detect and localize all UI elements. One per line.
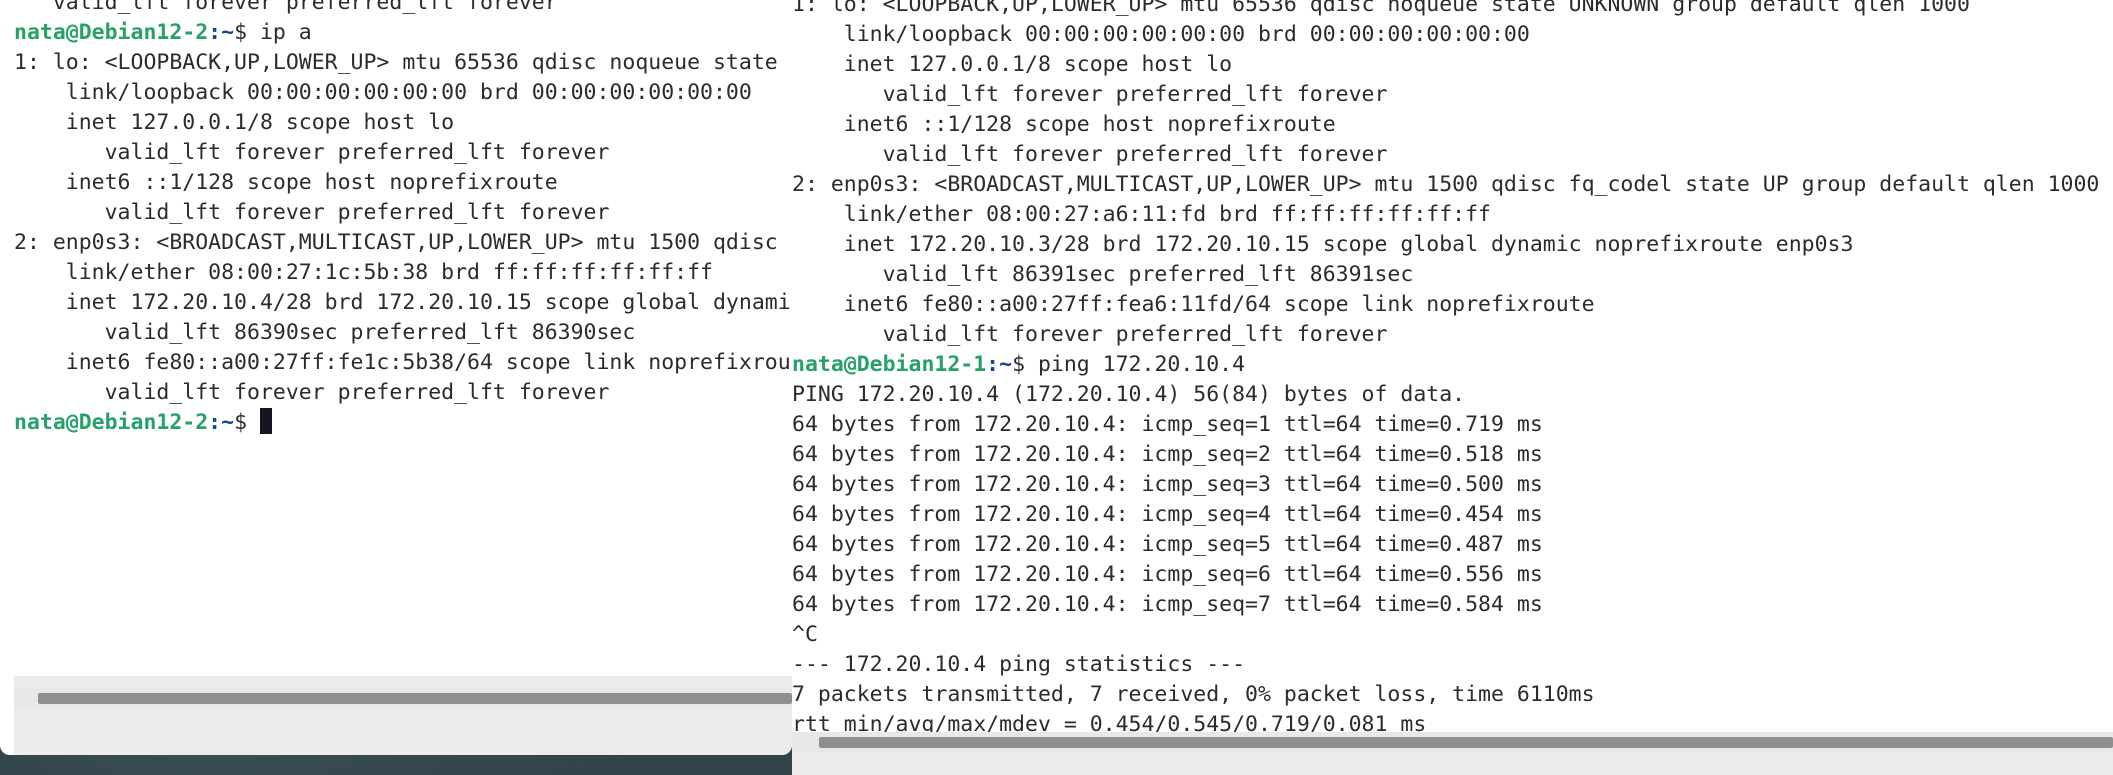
prompt-command: ip a xyxy=(259,20,312,45)
terminal-line: valid_lft forever preferred_lft forever xyxy=(792,82,1388,107)
terminal-line: valid_lft forever preferred_lft forever xyxy=(14,200,610,225)
terminal-line: inet6 ::1/128 scope host noprefixroute xyxy=(14,170,558,195)
horizontal-scrollbar[interactable] xyxy=(792,732,2113,752)
terminal-line: valid_lft 86390sec preferred_lft 86390se… xyxy=(14,320,636,345)
terminal-prompt-line: nata@Debian12-1:~$ ping 172.20.10.4 xyxy=(792,350,2113,380)
prompt-sign: $ xyxy=(234,20,260,45)
terminal-line: link/ether 08:00:27:1c:5b:38 brd ff:ff:f… xyxy=(14,260,713,285)
terminal-line: valid_lft forever preferred_lft forever xyxy=(14,140,610,165)
prompt-path: :~ xyxy=(986,352,1013,377)
scrollbar-thumb[interactable] xyxy=(38,693,792,704)
terminal-line: 2: enp0s3: <BROADCAST,MULTICAST,UP,LOWER… xyxy=(14,230,778,255)
terminal-line: valid_lft forever preferred_lft forever xyxy=(14,380,610,405)
terminal-line: 64 bytes from 172.20.10.4: icmp_seq=5 tt… xyxy=(792,532,1543,557)
terminal-line: valid_lft forever preferred_lft forever xyxy=(792,142,1388,167)
terminal-line: inet6 fe80::a00:27ff:fea6:11fd/64 scope … xyxy=(792,292,1595,317)
terminal-window-debian12-2[interactable]: valid_lft forever preferred_lft forever … xyxy=(0,0,792,755)
terminal-output-area[interactable]: 1: lo: <LOOPBACK,UP,LOWER_UP> mtu 65536 … xyxy=(792,0,2113,737)
terminal-line: PING 172.20.10.4 (172.20.10.4) 56(84) by… xyxy=(792,382,1466,407)
terminal-line: 64 bytes from 172.20.10.4: icmp_seq=2 tt… xyxy=(792,442,1543,467)
terminal-output-area[interactable]: valid_lft forever preferred_lft forever … xyxy=(14,0,792,676)
prompt-sign: $ xyxy=(234,410,260,435)
prompt-command: ping 172.20.10.4 xyxy=(1037,352,1246,377)
terminal-line: valid_lft forever preferred_lft forever xyxy=(14,0,558,15)
terminal-window-debian12-1[interactable]: 1: lo: <LOOPBACK,UP,LOWER_UP> mtu 65536 … xyxy=(792,0,2113,775)
terminal-line: 64 bytes from 172.20.10.4: icmp_seq=4 tt… xyxy=(792,502,1543,527)
prompt-user: nata@Debian12-2 xyxy=(14,410,209,435)
window-bottom-frame xyxy=(792,752,2113,775)
terminal-line: link/loopback 00:00:00:00:00:00 brd 00:0… xyxy=(792,22,1530,47)
prompt-user: nata@Debian12-2 xyxy=(14,20,209,45)
terminal-line: inet 172.20.10.4/28 brd 172.20.10.15 sco… xyxy=(14,290,791,315)
terminal-line: link/ether 08:00:27:a6:11:fd brd ff:ff:f… xyxy=(792,202,1491,227)
terminal-line: nata@Debian12-2:~$ ip a xyxy=(14,18,792,48)
terminal-line: 64 bytes from 172.20.10.4: icmp_seq=7 tt… xyxy=(792,592,1543,617)
terminal-line: --- 172.20.10.4 ping statistics --- xyxy=(792,652,1246,677)
terminal-line: 64 bytes from 172.20.10.4: icmp_seq=6 tt… xyxy=(792,562,1543,587)
terminal-line: inet6 fe80::a00:27ff:fe1c:5b38/64 scope … xyxy=(14,350,791,375)
terminal-line: valid_lft forever preferred_lft forever xyxy=(792,322,1388,347)
prompt-path: :~ xyxy=(208,20,235,45)
prompt-user: nata@Debian12-1 xyxy=(792,352,987,377)
terminal-prompt-line[interactable]: nata@Debian12-2:~$ xyxy=(14,408,792,438)
scrollbar-thumb[interactable] xyxy=(819,737,2113,748)
terminal-line: 2: enp0s3: <BROADCAST,MULTICAST,UP,LOWER… xyxy=(792,172,2100,197)
terminal-line: 64 bytes from 172.20.10.4: icmp_seq=1 tt… xyxy=(792,412,1543,437)
terminal-line: inet6 ::1/128 scope host noprefixroute xyxy=(792,112,1336,137)
text-cursor xyxy=(259,408,272,434)
terminal-line: inet 127.0.0.1/8 scope host lo xyxy=(792,52,1233,77)
terminal-line: 64 bytes from 172.20.10.4: icmp_seq=3 tt… xyxy=(792,472,1543,497)
terminal-line: link/loopback 00:00:00:00:00:00 brd 00:0… xyxy=(14,80,752,105)
prompt-sign: $ xyxy=(1012,352,1038,377)
window-frame xyxy=(0,0,14,755)
terminal-line: inet 172.20.10.3/28 brd 172.20.10.15 sco… xyxy=(792,232,1854,257)
terminal-line: 1: lo: <LOOPBACK,UP,LOWER_UP> mtu 65536 … xyxy=(792,0,1970,17)
terminal-line: ^C xyxy=(792,622,818,647)
terminal-line: inet 127.0.0.1/8 scope host lo xyxy=(14,110,455,135)
terminal-line: valid_lft 86391sec preferred_lft 86391se… xyxy=(792,262,1414,287)
prompt-path: :~ xyxy=(208,410,235,435)
window-bottom-frame xyxy=(14,708,792,755)
horizontal-scrollbar[interactable] xyxy=(14,688,792,708)
terminal-line: 7 packets transmitted, 7 received, 0% pa… xyxy=(792,682,1595,707)
terminal-line: 1: lo: <LOOPBACK,UP,LOWER_UP> mtu 65536 … xyxy=(14,50,778,75)
